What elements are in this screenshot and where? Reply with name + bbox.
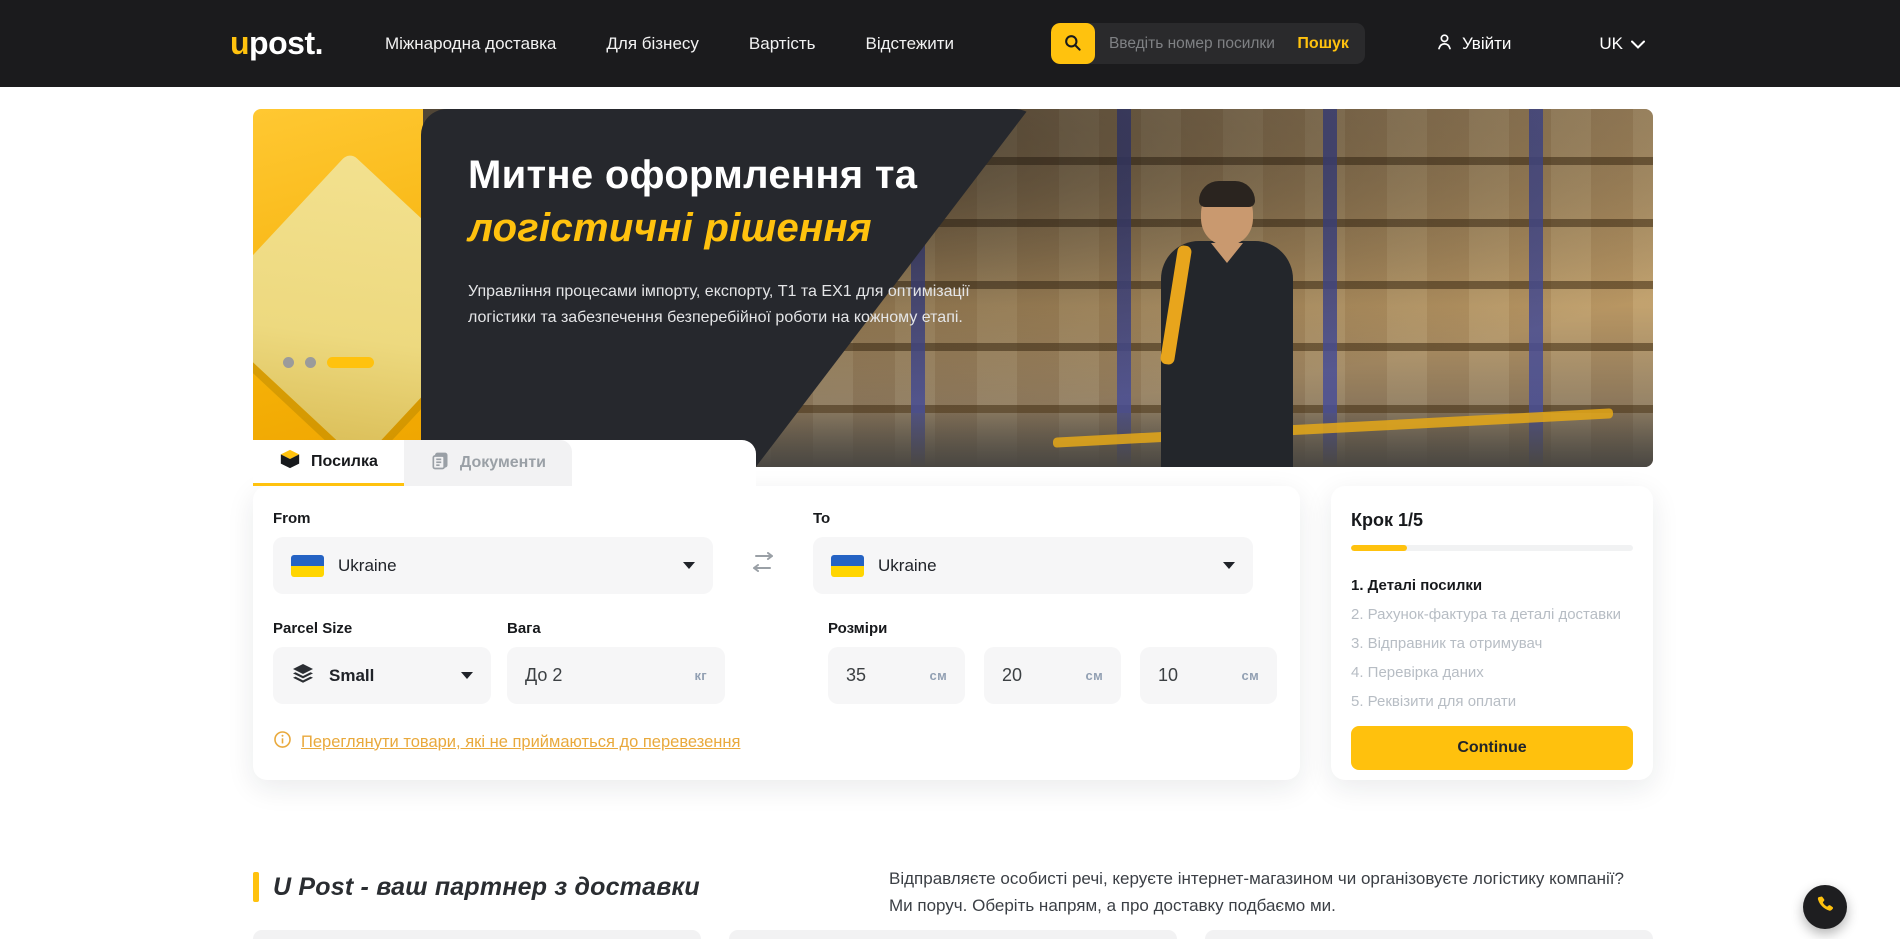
- language-selector[interactable]: UK: [1599, 34, 1645, 54]
- from-country-select[interactable]: Ukraine: [273, 537, 713, 594]
- section-description: Відправляєте особисті речі, керуєте інте…: [889, 866, 1647, 920]
- weight-label: Вага: [507, 620, 725, 637]
- envelope-graphic: [253, 152, 423, 463]
- swap-icon: [750, 552, 776, 579]
- search-submit-link[interactable]: Пошук: [1295, 35, 1365, 53]
- tab-parcel[interactable]: Посилка: [253, 440, 404, 486]
- weight-field: кг: [507, 647, 725, 704]
- height-input[interactable]: [1158, 665, 1234, 686]
- step-item-4: 4. Перевірка даних: [1351, 664, 1633, 681]
- login-button[interactable]: Увійти: [1435, 32, 1511, 56]
- ukraine-flag-icon: [291, 555, 324, 577]
- dropdown-caret-icon: [1223, 562, 1235, 569]
- nav-for-business[interactable]: Для бізнесу: [606, 34, 699, 54]
- category-cards-preview: [253, 930, 1653, 939]
- tab-parcel-label: Посилка: [311, 453, 378, 471]
- carousel-dot[interactable]: [283, 357, 294, 368]
- to-country-select[interactable]: Ukraine: [813, 537, 1253, 594]
- swap-countries-button[interactable]: [713, 537, 813, 594]
- length-input[interactable]: [846, 665, 922, 686]
- courier-photo: [1123, 187, 1323, 467]
- continue-button[interactable]: Continue: [1351, 726, 1633, 770]
- intro-heading-block: U Post - ваш партнер з доставки: [253, 872, 700, 902]
- carousel-dots: [283, 357, 374, 368]
- checkout-progress-card: Крок 1/5 1. Деталі посилки 2. Рахунок-фа…: [1331, 486, 1653, 780]
- ukraine-flag-icon: [831, 555, 864, 577]
- hero-title-line1: Митне оформлення та: [468, 153, 1008, 198]
- logo[interactable]: upost.: [230, 25, 323, 62]
- height-field: см: [1140, 647, 1277, 704]
- progress-bar: [1351, 545, 1633, 551]
- section-heading: U Post - ваш партнер з доставки: [273, 873, 700, 902]
- hero-text: Митне оформлення та логістичні рішення У…: [468, 153, 1008, 331]
- logo-rest: post.: [249, 25, 323, 61]
- width-unit: см: [1086, 668, 1103, 683]
- nav-track[interactable]: Відстежити: [866, 34, 955, 54]
- from-label: From: [273, 510, 713, 527]
- layers-icon: [291, 661, 315, 690]
- info-icon: [273, 730, 292, 754]
- height-unit: см: [1242, 668, 1259, 683]
- user-icon: [1435, 32, 1454, 56]
- nav-international-shipping[interactable]: Міжнародна доставка: [385, 34, 556, 54]
- parcel-size-value: Small: [329, 666, 374, 686]
- hero-banner: Митне оформлення та логістичні рішення У…: [253, 109, 1653, 467]
- to-label: To: [813, 510, 1253, 527]
- restricted-items-link-text: Переглянути товари, які не приймаються д…: [301, 733, 740, 752]
- search-button[interactable]: [1051, 23, 1095, 64]
- dimensions-label: Розміри: [828, 620, 1277, 637]
- width-field: см: [984, 647, 1121, 704]
- shipment-type-tabs: Посилка Документи: [253, 440, 756, 486]
- category-card-top[interactable]: [1205, 930, 1653, 939]
- parcel-form-card: From Ukraine To Ukraine: [253, 486, 1300, 780]
- restricted-items-link[interactable]: Переглянути товари, які не приймаються д…: [273, 730, 740, 754]
- search-icon: [1063, 33, 1082, 55]
- length-unit: см: [930, 668, 947, 683]
- language-code: UK: [1599, 34, 1623, 54]
- width-input[interactable]: [1002, 665, 1078, 686]
- hero-yellow-panel: [253, 109, 423, 467]
- category-card-top[interactable]: [729, 930, 1177, 939]
- carousel-dot-active[interactable]: [327, 357, 374, 368]
- length-field: см: [828, 647, 965, 704]
- phone-chat-fab[interactable]: [1803, 885, 1847, 929]
- parcel-size-label: Parcel Size: [273, 620, 491, 637]
- from-country-value: Ukraine: [338, 556, 397, 576]
- tracking-search: Пошук: [1051, 23, 1365, 64]
- step-item-3: 3. Відправник та отримувач: [1351, 635, 1633, 652]
- to-country-value: Ukraine: [878, 556, 937, 576]
- heading-accent-bar: [253, 872, 259, 902]
- weight-unit: кг: [694, 668, 707, 683]
- step-counter: Крок 1/5: [1351, 510, 1633, 531]
- login-label: Увійти: [1462, 34, 1511, 54]
- dropdown-caret-icon: [461, 672, 473, 679]
- step-item-1: 1. Деталі посилки: [1351, 577, 1633, 594]
- logo-accent: u: [230, 25, 249, 61]
- hero-title-line2: логістичні рішення: [468, 206, 1008, 251]
- top-navbar: upost. Міжнародна доставка Для бізнесу В…: [0, 0, 1900, 87]
- step-item-5: 5. Реквізити для оплати: [1351, 693, 1633, 710]
- category-card-top[interactable]: [253, 930, 701, 939]
- package-icon: [279, 448, 301, 475]
- progress-fill: [1351, 545, 1407, 551]
- intro-section: U Post - ваш партнер з доставки Відправл…: [253, 872, 1647, 920]
- nav-pricing[interactable]: Вартість: [749, 34, 816, 54]
- chevron-down-icon: [1631, 34, 1645, 54]
- carousel-dot[interactable]: [305, 357, 316, 368]
- hero-subtitle: Управління процесами імпорту, експорту, …: [468, 279, 973, 331]
- step-item-2: 2. Рахунок-фактура та деталі доставки: [1351, 606, 1633, 623]
- document-icon: [430, 451, 450, 476]
- phone-icon: [1815, 894, 1836, 920]
- main-nav: Міжнародна доставка Для бізнесу Вартість…: [385, 34, 954, 54]
- tab-documents[interactable]: Документи: [404, 440, 572, 486]
- parcel-size-select[interactable]: Small: [273, 647, 491, 704]
- tab-documents-label: Документи: [460, 454, 546, 472]
- dropdown-caret-icon: [683, 562, 695, 569]
- calculator-section: From Ukraine To Ukraine: [253, 486, 1653, 780]
- steps-list: 1. Деталі посилки 2. Рахунок-фактура та …: [1351, 577, 1633, 710]
- weight-input[interactable]: [525, 665, 686, 686]
- tracking-number-input[interactable]: [1095, 35, 1295, 53]
